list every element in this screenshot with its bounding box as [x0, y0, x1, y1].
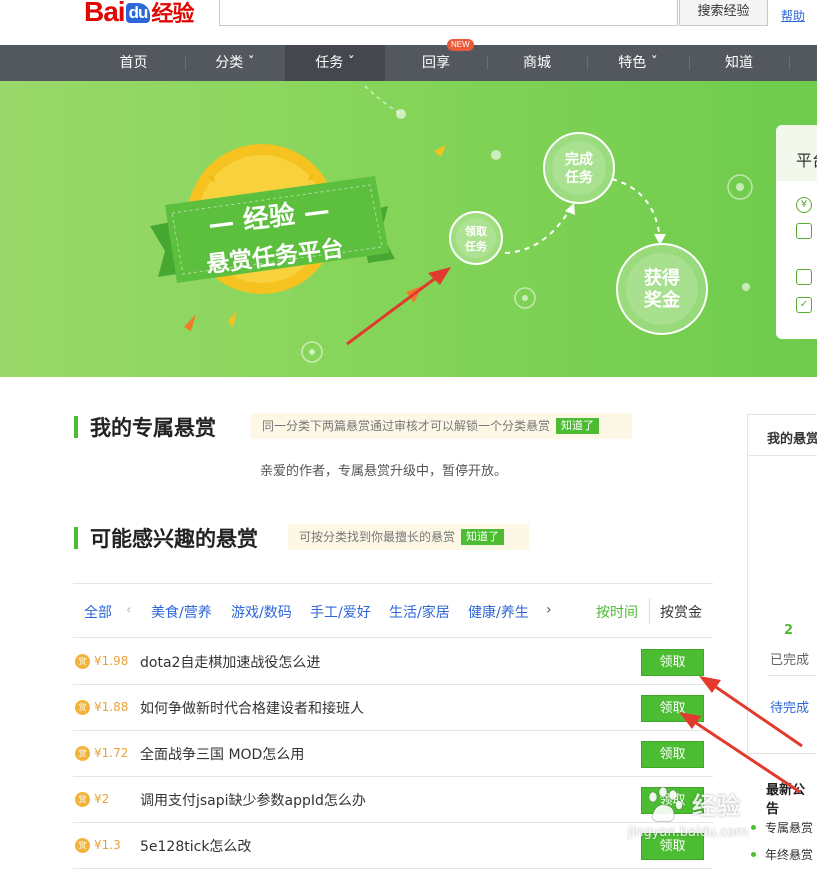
task-title[interactable]: 5e128tick怎么改	[140, 836, 251, 856]
task-reward: ¥1.98	[94, 654, 129, 668]
section-marker	[74, 416, 78, 438]
task-row: 赏 ¥1.88 如何争做新时代合格建设者和接班人 领取	[73, 685, 713, 731]
category-filter-bar: 全部 ‹ 美食/营养 游戏/数码 手工/爱好 生活/家居 健康/养生 › 按时间…	[73, 583, 713, 638]
filter-next-arrow[interactable]: ›	[546, 602, 552, 618]
claim-button[interactable]: 领取	[641, 741, 704, 768]
nav-item-share[interactable]: 回享	[385, 45, 487, 81]
platform-side-panel: 平台 ¥ ✓	[776, 125, 817, 339]
completed-count: 2	[784, 623, 794, 638]
filter-category[interactable]: 健康/养生	[468, 602, 529, 622]
completed-label: 已完成	[770, 653, 810, 668]
task-title[interactable]: 全面战争三国 MOD怎么用	[140, 744, 304, 764]
filter-category[interactable]: 游戏/数码	[231, 602, 292, 622]
step-complete-task: 完成 任务	[565, 152, 593, 186]
task-title[interactable]: 如何争做新时代合格建设者和接班人	[140, 698, 364, 718]
section-marker	[74, 527, 78, 549]
watermark-text: 经验	[692, 792, 740, 820]
watermark-url: jingyan.baidu.com	[628, 825, 748, 840]
claim-button[interactable]: 领取	[641, 649, 704, 676]
main-nav: 首页 分类 ˇ 任务 ˇ 回享 商城 特色 ˇ 知道	[0, 45, 817, 81]
task-reward: ¥1.3	[94, 838, 121, 852]
reward-coin-icon: 赏	[75, 746, 90, 761]
side-panel-title: 平台	[796, 151, 817, 170]
exclusive-title: 我的专属悬赏	[90, 416, 216, 440]
logo-jingyan: 经验	[151, 1, 194, 26]
task-row: 赏 ¥1.3 5e128tick怎么改 领取	[73, 823, 713, 869]
new-badge: NEW	[447, 39, 474, 51]
interest-tip: 可按分类找到你最擅长的悬赏 知道了	[288, 524, 529, 550]
my-rewards-title: 我的悬赏	[767, 432, 817, 447]
interest-got-it-button[interactable]: 知道了	[461, 529, 505, 545]
reward-platform-banner[interactable]: — 经验 — 悬赏任务平台 领取 任务 完成 任务 获得 奖金 平台 ¥ ✓	[0, 81, 817, 377]
filter-category[interactable]: 手工/爱好	[310, 602, 371, 622]
reward-coin-icon: 赏	[75, 838, 90, 853]
task-row: 赏 ¥1.72 全面战争三国 MOD怎么用 领取	[73, 731, 713, 777]
top-header: Bai du 经验 搜索经验 帮助	[0, 0, 817, 45]
interest-title: 可能感兴趣的悬赏	[90, 527, 258, 551]
bullet-icon	[751, 852, 756, 857]
checkbox-icon: ✓	[796, 297, 812, 313]
filter-category[interactable]: 生活/家居	[389, 602, 450, 622]
step-claim-task: 领取 任务	[465, 225, 487, 253]
paw-icon	[648, 786, 683, 822]
banner-illustration: — 经验 — 悬赏任务平台	[150, 85, 753, 363]
help-link[interactable]: 帮助	[781, 7, 805, 24]
announcement-text: 年终悬赏	[765, 848, 814, 862]
baidu-jingyan-logo[interactable]: Bai du 经验	[84, 0, 194, 28]
reward-coin-icon: 赏	[75, 792, 90, 807]
interest-tip-text: 可按分类找到你最擅长的悬赏	[299, 530, 456, 544]
exclusive-got-it-button[interactable]: 知道了	[556, 418, 600, 434]
task-title[interactable]: dota2自走棋加速战役怎么进	[140, 652, 320, 672]
announcement-item[interactable]: 专属悬赏	[751, 819, 813, 836]
list-icon	[796, 269, 812, 285]
announcement-item[interactable]: 年终悬赏	[751, 846, 813, 863]
sort-by-time[interactable]: 按时间	[596, 602, 638, 622]
task-reward: ¥1.88	[94, 700, 129, 714]
task-row: 赏 ¥2 调用支付jsapi缺少参数appId怎么办 领取	[73, 777, 713, 823]
search-button[interactable]: 搜索经验	[679, 0, 768, 26]
nav-item-zhidao[interactable]: 知道	[689, 45, 789, 81]
sort-by-reward[interactable]: 按赏金	[660, 602, 702, 622]
nav-item-features[interactable]: 特色 ˇ	[587, 45, 689, 81]
task-reward: ¥1.72	[94, 746, 129, 760]
reward-coin-icon: 赏	[75, 654, 90, 669]
reward-coin-icon: 赏	[75, 700, 90, 715]
announcement-title: 最新公告	[766, 783, 806, 817]
filter-category[interactable]: 美食/营养	[151, 602, 212, 622]
announcement-text: 专属悬赏	[765, 821, 814, 835]
exclusive-notice: 亲爱的作者，专属悬赏升级中，暂停开放。	[260, 464, 508, 479]
nav-item-mall[interactable]: 商城	[487, 45, 587, 81]
bullet-icon	[751, 825, 756, 830]
task-title[interactable]: 调用支付jsapi缺少参数appId怎么办	[140, 790, 366, 810]
filter-prev-arrow[interactable]: ‹	[126, 602, 132, 618]
task-reward: ¥2	[94, 792, 110, 806]
nav-item-home[interactable]: 首页	[82, 45, 185, 81]
yuan-icon: ¥	[796, 197, 812, 213]
exclusive-tip-text: 同一分类下两篇悬赏通过审核才可以解锁一个分类悬赏	[262, 419, 551, 433]
exclusive-tip: 同一分类下两篇悬赏通过审核才可以解锁一个分类悬赏 知道了	[251, 413, 632, 439]
document-icon	[796, 223, 812, 239]
nav-item-tasks[interactable]: 任务 ˇ	[285, 45, 385, 81]
task-row: 赏 ¥1.98 dota2自走棋加速战役怎么进 领取	[73, 639, 713, 685]
pending-link[interactable]: 待完成	[770, 697, 809, 716]
claim-button[interactable]: 领取	[641, 695, 704, 722]
search-input[interactable]	[219, 0, 678, 26]
logo-bai: Bai	[84, 0, 126, 27]
logo-du: du	[125, 3, 151, 23]
my-rewards-panel: 我的悬赏 2 已完成 待完成	[747, 414, 817, 754]
filter-all[interactable]: 全部	[84, 602, 112, 622]
step-get-bonus: 获得 奖金	[644, 268, 680, 311]
nav-item-category[interactable]: 分类 ˇ	[185, 45, 285, 81]
